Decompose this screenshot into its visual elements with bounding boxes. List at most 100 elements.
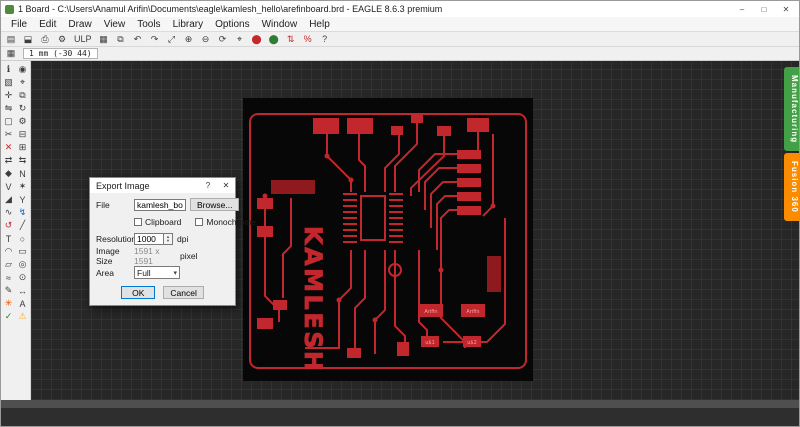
menu-item[interactable]: File [5, 18, 33, 31]
file-input[interactable] [134, 198, 186, 211]
signal-tool-icon[interactable]: ≈ [2, 271, 16, 284]
fusion360-tab[interactable]: Fusion 360 [784, 153, 799, 221]
redo-icon[interactable]: ↷ [148, 33, 162, 46]
route-tool-icon[interactable]: ↯ [16, 206, 30, 219]
close-button[interactable]: ✕ [775, 2, 797, 16]
go-icon[interactable]: ⬤ [267, 33, 281, 46]
zoom-redraw-icon[interactable]: ⟳ [216, 33, 230, 46]
print-icon[interactable]: ⎙ [38, 33, 52, 46]
mark-tool-icon[interactable]: ⌖ [16, 76, 30, 89]
layer-settings-icon[interactable]: ⧉ [114, 33, 128, 46]
image-size-unit: pixel [180, 250, 198, 261]
zoom-select-icon[interactable]: ⌖ [233, 33, 247, 46]
pad-label: Arifin [466, 309, 479, 315]
cancel-button[interactable]: Cancel [163, 286, 204, 299]
delete-tool-icon[interactable]: ✕ [2, 141, 16, 154]
arc-tool-icon[interactable]: ◠ [2, 245, 16, 258]
ratsnest-tool-icon[interactable]: ✳ [2, 297, 16, 310]
cut-tool-icon[interactable]: ✂ [2, 128, 16, 141]
rotate-tool-icon[interactable]: ↻ [16, 102, 30, 115]
polygon-tool-icon[interactable]: ▱ [2, 258, 16, 271]
manufacturing-tab[interactable]: Manufacturing [784, 67, 799, 152]
replace-tool-icon[interactable]: ⇆ [16, 154, 30, 167]
open-icon[interactable]: ▤ [4, 33, 18, 46]
load-ulp-icon[interactable]: ULP [72, 33, 94, 46]
fusion-sync-icon[interactable]: ⇅ [284, 33, 298, 46]
pcb-quote-badge[interactable]: % [301, 33, 315, 46]
maximize-button[interactable]: □ [753, 2, 775, 16]
resolution-spinner[interactable]: ▲ ▼ [164, 232, 173, 245]
grid-settings-icon[interactable]: ▦ [4, 47, 18, 60]
cam-processor-icon[interactable]: ⚙ [55, 33, 69, 46]
grid-icon[interactable]: ▦ [97, 33, 111, 46]
status-bar [1, 408, 799, 426]
auto-tool-icon[interactable]: A [16, 297, 30, 310]
menu-bar: File Edit Draw View Tools Library Options Windo… [1, 17, 799, 32]
zoom-out-icon[interactable]: ⊖ [199, 33, 213, 46]
drc-tool-icon[interactable]: ✓ [2, 310, 16, 323]
paste-tool-icon[interactable]: ⊟ [16, 128, 30, 141]
split-tool-icon[interactable]: Y [16, 193, 30, 206]
resolution-input[interactable] [134, 232, 164, 245]
resolution-unit: dpi [177, 233, 189, 244]
pinswap-tool-icon[interactable]: ⇄ [2, 154, 16, 167]
pad-label: u$2 [467, 340, 477, 346]
menu-item[interactable]: Window [256, 18, 304, 31]
monochrome-checkbox[interactable] [195, 217, 204, 226]
errors-tool-icon[interactable]: ⚠ [16, 310, 30, 323]
minimize-button[interactable]: – [731, 2, 753, 16]
undo-icon[interactable]: ↶ [131, 33, 145, 46]
dialog-close-button[interactable]: ✕ [217, 178, 235, 193]
change-tool-icon[interactable]: ⚙ [16, 115, 30, 128]
pcb-board: KAMLESH Arifin Arifin u$1 u$2 [243, 98, 533, 381]
rect-tool-icon[interactable]: ▭ [16, 245, 30, 258]
optimize-tool-icon[interactable]: ∿ [2, 206, 16, 219]
attribute-tool-icon[interactable]: ✎ [2, 284, 16, 297]
dialog-title-bar: Export Image ? ✕ [90, 178, 235, 193]
menu-item[interactable]: Tools [131, 18, 166, 31]
menu-item[interactable]: Library [167, 18, 210, 31]
move-tool-icon[interactable]: ✛ [2, 89, 16, 102]
lock-tool-icon[interactable]: ◆ [2, 167, 16, 180]
menu-item[interactable]: Edit [33, 18, 62, 31]
text-tool-icon[interactable]: T [2, 232, 16, 245]
name-tool-icon[interactable]: N [16, 167, 30, 180]
file-label: File [96, 199, 110, 210]
menu-item[interactable]: Help [303, 18, 336, 31]
area-select[interactable]: Full ▾ [134, 266, 180, 279]
via-tool-icon[interactable]: ◎ [16, 258, 30, 271]
save-icon[interactable]: ⬓ [21, 33, 35, 46]
menu-item[interactable]: Draw [62, 18, 97, 31]
ok-button[interactable]: OK [121, 286, 156, 299]
circle-tool-icon[interactable]: ○ [16, 232, 30, 245]
clipboard-checkbox[interactable] [134, 217, 142, 226]
dialog-help-button[interactable]: ? [199, 178, 217, 193]
help-icon[interactable]: ? [318, 33, 332, 46]
zoom-fit-icon[interactable]: ⤢ [165, 33, 179, 46]
dialog-title: Export Image [96, 180, 150, 191]
wire-tool-icon[interactable]: ╱ [16, 219, 30, 232]
window-title: 1 Board - C:\Users\Anamul Arifin\Documen… [18, 4, 443, 14]
value-tool-icon[interactable]: V [2, 180, 16, 193]
browse-button[interactable]: Browse... [190, 198, 240, 211]
menu-item[interactable]: Options [209, 18, 255, 31]
pad-label: u$1 [425, 340, 435, 346]
copy-tool-icon[interactable]: ⧉ [16, 89, 30, 102]
stop-icon[interactable]: ⬤ [250, 33, 264, 46]
group-tool-icon[interactable]: ▢ [2, 115, 16, 128]
hole-tool-icon[interactable]: ⊙ [16, 271, 30, 284]
tool-palette: ℹ ◉ ▧ ⌖ ✛ ⧉ ⇋ ↻ ▢ ⚙ ✂ ⊟ ✕ ⊞ ⇄ ⇆ ◆ N V ✶ ◢ Y ∿ ↯ ↺ ╱ T ○ ◠ ▭ ▱ ◎ ≈ ⊙ ✎ ↔ ✳ A ✓ ⚠ [1, 61, 31, 400]
chevron-down-icon: ▾ [173, 269, 177, 277]
miter-tool-icon[interactable]: ◢ [2, 193, 16, 206]
zoom-in-icon[interactable]: ⊕ [182, 33, 196, 46]
display-tool-icon[interactable]: ▧ [2, 76, 16, 89]
add-tool-icon[interactable]: ⊞ [16, 141, 30, 154]
smash-tool-icon[interactable]: ✶ [16, 180, 30, 193]
mirror-tool-icon[interactable]: ⇋ [2, 102, 16, 115]
info-tool-icon[interactable]: ℹ [2, 63, 16, 76]
show-tool-icon[interactable]: ◉ [16, 63, 30, 76]
ripup-tool-icon[interactable]: ↺ [2, 219, 16, 232]
dimension-tool-icon[interactable]: ↔ [16, 284, 30, 297]
board-artwork: KAMLESH Arifin Arifin u$1 u$2 [249, 113, 527, 374]
menu-item[interactable]: View [98, 18, 132, 31]
